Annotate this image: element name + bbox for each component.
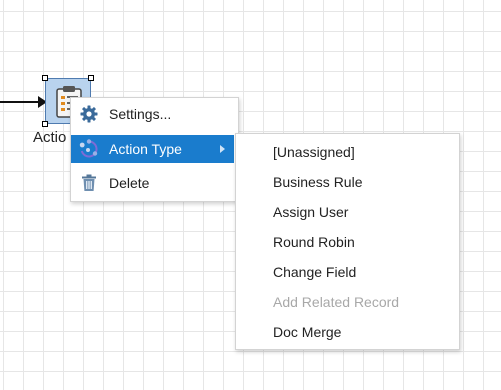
menu-item-delete[interactable]: Delete: [71, 169, 234, 197]
node-label: Actio: [33, 129, 67, 146]
context-menu: Settings... Action Type Delete: [70, 97, 239, 202]
submenu-arrow-icon: [220, 145, 225, 153]
menu-item-action-type[interactable]: Action Type: [71, 135, 234, 163]
resize-handle-top-right[interactable]: [88, 75, 94, 81]
trash-icon: [74, 169, 104, 197]
submenu-item-business-rule[interactable]: Business Rule: [273, 172, 363, 192]
menu-item-settings[interactable]: Settings...: [71, 100, 234, 128]
menu-item-label: Settings...: [109, 106, 172, 122]
menu-item-label: Delete: [109, 175, 150, 191]
submenu-item-round-robin[interactable]: Round Robin: [273, 232, 355, 252]
submenu-item-assign-user[interactable]: Assign User: [273, 202, 348, 222]
submenu-item-add-related-record: Add Related Record: [273, 294, 400, 310]
menu-item-label: Action Type: [109, 141, 182, 157]
connector-line[interactable]: [0, 101, 40, 103]
submenu-item-doc-merge[interactable]: Doc Merge: [273, 322, 341, 342]
action-type-submenu: [Unassigned] Business Rule Assign User R…: [235, 133, 460, 350]
submenu-item-change-field[interactable]: Change Field: [273, 262, 356, 282]
resize-handle-bottom-left[interactable]: [42, 121, 48, 127]
submenu-item-unassigned[interactable]: [Unassigned]: [273, 142, 355, 162]
gear-icon: [74, 100, 104, 128]
resize-handle-top-left[interactable]: [42, 75, 48, 81]
action-type-icon: [74, 135, 104, 163]
